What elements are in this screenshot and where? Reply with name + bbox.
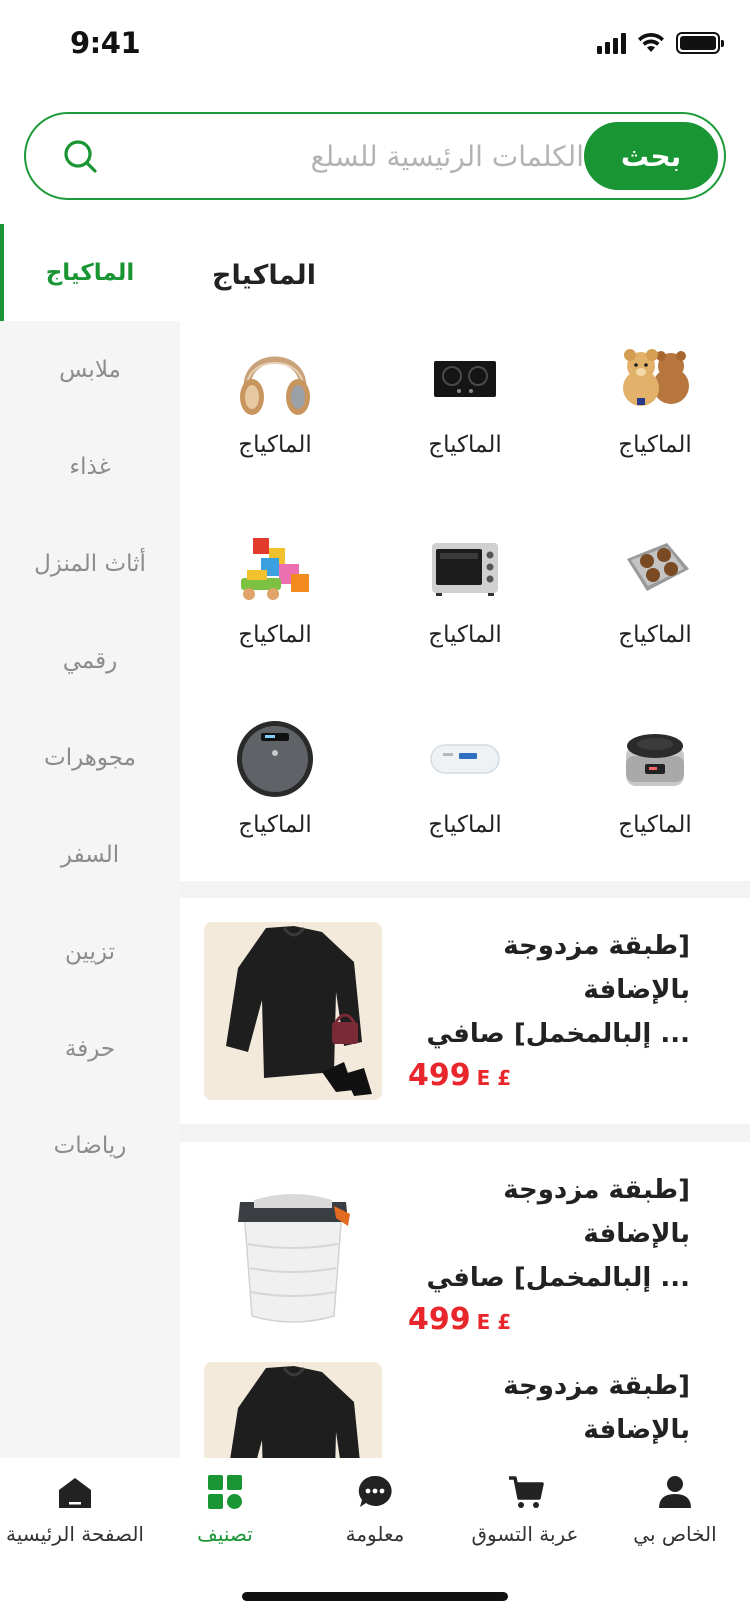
tab-cart[interactable]: عربة التسوق [450,1472,600,1546]
subcategory-item[interactable]: الماكياج [560,334,750,524]
sidebar-item-decoration[interactable]: تزيين [0,903,180,1000]
oven-image [432,543,498,596]
product-title: [طبقة مزدوجة بالإضافة [503,1371,690,1445]
sidebar-item-food[interactable]: غذاء [0,418,180,515]
tab-home[interactable]: الصفحة الرئيسية [0,1472,150,1546]
subcategory-label: الماكياج [238,622,312,648]
category-sidebar: الماكياج ملابس غذاء أثاث المنزل رقمي مجو… [0,224,180,1458]
sidebar-item-craft[interactable]: حرفة [0,1000,180,1097]
tab-label: تصنيف [197,1522,253,1546]
product-title: [طبقة مزدوجة بالإضافة ... إلبالمخمل] صاف… [426,931,690,1049]
toy-blocks-image [241,538,309,600]
battery-icon [676,32,724,54]
rice-cooker-image [626,734,684,786]
sidebar-item-makeup[interactable]: الماكياج [0,224,180,321]
product-image [204,1362,382,1458]
subcategory-item[interactable]: الماكياج [370,714,560,904]
bath-heater-image [627,543,689,591]
search-button[interactable]: بحث [584,122,718,190]
robot-vacuum-image [237,721,313,797]
category-icon [208,1475,242,1509]
status-bar: 9:41 [0,0,750,88]
search-icon[interactable] [60,136,100,176]
sidebar-item-sports[interactable]: رياضات [0,1097,180,1194]
folding-washer-image [204,1166,382,1344]
main-content: الماكياج الماكياج الماكياج الماكياج الما… [180,224,750,1458]
gas-stove-image [434,361,496,397]
message-icon [358,1475,392,1507]
sidebar-item-travel[interactable]: السفر [0,806,180,903]
subcategory-label: الماكياج [428,812,502,838]
product-title: [طبقة مزدوجة بالإضافة ... إلبالمخمل] صاف… [426,1175,690,1293]
subcategory-label: الماكياج [618,432,692,458]
subcategory-item[interactable]: الماكياج [560,524,750,714]
product-price: 499 E £ [408,1302,512,1337]
subcategory-panel: الماكياج الماكياج الماكياج الماكياج الما… [180,224,750,881]
tab-label: عربة التسوق [471,1522,579,1546]
subcategory-item[interactable]: الماكياج [370,524,560,714]
subcategory-grid: الماكياج الماكياج الماكياج الماكياج الما… [180,334,750,904]
search-bar: بحث [24,112,726,200]
product-card[interactable]: [طبقة مزدوجة بالإضافة ... إلبالمخمل] صاف… [180,898,750,1124]
sidebar-item-digital[interactable]: رقمي [0,612,180,709]
product-card[interactable]: [طبقة مزدوجة بالإضافة ... إلبالمخمل] صاف… [180,1142,750,1368]
subcategory-item[interactable]: الماكياج [370,334,560,524]
tab-profile[interactable]: الخاص بي [600,1472,750,1546]
subcategory-label: الماكياج [238,812,312,838]
black-blouse-image [204,1362,382,1458]
black-blouse-image [204,922,382,1100]
product-image [204,1166,382,1344]
status-icons [597,32,724,54]
product-image [204,922,382,1100]
headphones-image [240,356,310,415]
subcategory-label: الماكياج [428,432,502,458]
sidebar-item-clothes[interactable]: ملابس [0,321,180,418]
tab-messages[interactable]: معلومة [300,1472,450,1546]
wifi-icon [638,32,664,52]
subcategory-title: الماكياج [212,260,316,291]
subcategory-label: الماكياج [428,622,502,648]
tab-label: الخاص بي [633,1522,717,1546]
subcategory-item[interactable]: الماكياج [180,714,370,904]
cart-icon [509,1476,544,1508]
subcategory-label: الماكياج [618,812,692,838]
user-icon [659,1476,691,1508]
subcategory-label: الماكياج [618,622,692,648]
subcategory-item[interactable]: الماكياج [180,334,370,524]
tab-label: معلومة [345,1522,405,1546]
tab-label: الصفحة الرئيسية [6,1522,144,1546]
teddy-bears-image [623,349,689,406]
screen: 9:41 بحث الماكياج ملابس غذاء أثاث المنزل… [0,0,750,1624]
sidebar-item-jewelry[interactable]: مجوهرات [0,709,180,806]
product-price: 499 E £ [408,1058,512,1093]
search-input[interactable] [114,128,584,184]
tab-category[interactable]: تصنيف [150,1472,300,1546]
subcategory-item[interactable]: الماكياج [180,524,370,714]
product-card[interactable]: [طبقة مزدوجة بالإضافة [180,1338,750,1458]
home-icon [59,1478,91,1508]
home-indicator [242,1592,508,1601]
subcategory-label: الماكياج [238,432,312,458]
sidebar-item-furniture[interactable]: أثاث المنزل [0,515,180,612]
water-heater-image [430,744,500,774]
cellular-signal-icon [597,32,626,54]
status-time: 9:41 [70,26,141,60]
subcategory-item[interactable]: الماكياج [560,714,750,904]
